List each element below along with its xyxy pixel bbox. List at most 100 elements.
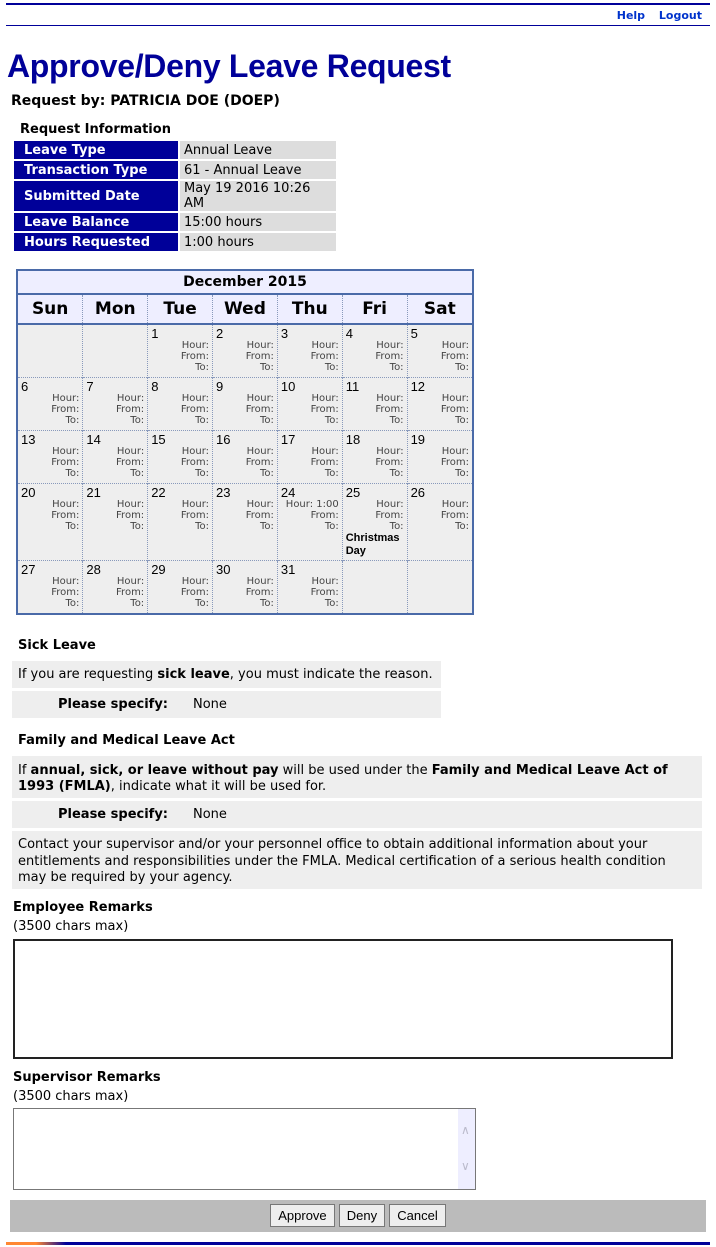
day-number: 6 — [21, 379, 29, 394]
scroll-down-icon[interactable]: ∨ — [461, 1159, 470, 1173]
help-link[interactable]: Help — [617, 9, 645, 22]
day-hour: Hour: — [246, 499, 274, 510]
calendar-day: 20 Hour: From: To: — [18, 483, 83, 561]
day-from: From: — [310, 351, 339, 362]
top-border — [6, 3, 710, 5]
day-to: To: — [455, 468, 469, 479]
calendar-day: 30 Hour: From: To: — [212, 560, 278, 613]
cancel-button[interactable]: Cancel — [389, 1204, 446, 1227]
day-hour: Hour: — [441, 499, 469, 510]
employee-remarks-title: Employee Remarks — [13, 900, 153, 915]
header-divider — [6, 25, 710, 26]
day-hour: Hour: — [52, 446, 80, 457]
day-hour: Hour: — [181, 576, 210, 587]
day-hour: Hour: — [116, 393, 145, 404]
calendar-day: 31 Hour: From: To: — [276, 560, 343, 613]
day-number: 18 — [345, 432, 361, 447]
day-hour: Hour: — [311, 576, 339, 587]
day-from: From: — [310, 510, 339, 521]
request-info-label: Leave Balance — [14, 213, 178, 231]
day-to: To: — [195, 598, 210, 609]
day-from: From: — [51, 404, 80, 415]
day-number: 20 — [21, 485, 36, 500]
action-bar: Approve Deny Cancel — [10, 1200, 706, 1232]
day-to: To: — [324, 415, 339, 426]
day-hour: Hour: — [376, 499, 404, 510]
deny-button[interactable]: Deny — [338, 1204, 386, 1227]
page-title: Approve/Deny Leave Request — [7, 48, 451, 84]
calendar-empty-cell — [82, 324, 148, 378]
day-number: 8 — [151, 379, 159, 394]
sick-leave-instruction: If you are requesting sick leave, you mu… — [12, 661, 441, 688]
supervisor-remarks-textarea[interactable] — [13, 1108, 476, 1190]
day-hour: Hour: — [311, 446, 339, 457]
day-hour: Hour: — [52, 576, 80, 587]
calendar-day: 27 Hour: From: To: — [18, 560, 83, 613]
fmla-specify-label: Please specify: — [58, 807, 169, 822]
fmla-title: Family and Medical Leave Act — [18, 733, 235, 748]
holiday-label: Christmas Day — [345, 532, 400, 557]
day-to: To: — [389, 521, 404, 532]
day-to: To: — [65, 598, 80, 609]
day-to: To: — [455, 362, 469, 373]
calendar-day: 2 Hour: From: To: — [212, 324, 278, 378]
calendar-day: 25 Hour: From: To: Christmas Day — [341, 483, 408, 561]
sick-specify-value: None — [193, 697, 227, 712]
day-from: From: — [180, 404, 210, 415]
day-to: To: — [455, 415, 469, 426]
day-hour: Hour: — [181, 499, 210, 510]
day-from: From: — [440, 510, 469, 521]
day-from: From: — [440, 351, 469, 362]
day-to: To: — [259, 521, 274, 532]
day-to: To: — [259, 468, 274, 479]
day-hour: Hour: — [376, 340, 404, 351]
day-hour: Hour: — [52, 499, 80, 510]
calendar-empty-cell — [18, 324, 83, 378]
day-number: 26 — [410, 485, 426, 500]
day-from: From: — [51, 457, 80, 468]
day-number: 2 — [216, 326, 224, 341]
scroll-up-icon[interactable]: ∧ — [461, 1123, 470, 1137]
day-from: From: — [310, 404, 339, 415]
day-to: To: — [324, 521, 339, 532]
day-to: To: — [130, 521, 145, 532]
day-to: To: — [130, 468, 145, 479]
day-number: 23 — [216, 485, 231, 500]
calendar-day: 11 Hour: From: To: — [341, 377, 408, 431]
fmla-notice: Contact your supervisor and/or your pers… — [12, 831, 702, 889]
day-hour: Hour: — [52, 393, 80, 404]
day-from: From: — [245, 587, 274, 598]
calendar-day: 28 Hour: From: To: — [82, 560, 148, 613]
request-info-row: Leave Balance 15:00 hours — [14, 213, 336, 231]
day-to: To: — [324, 362, 339, 373]
day-from: From: — [51, 587, 80, 598]
day-number: 1 — [151, 326, 159, 341]
day-from: From: — [245, 351, 274, 362]
day-hour: Hour: — [441, 446, 469, 457]
supervisor-remarks-limit: (3500 chars max) — [13, 1089, 129, 1104]
day-from: From: — [116, 587, 145, 598]
day-from: From: — [180, 351, 210, 362]
calendar-day: 9 Hour: From: To: — [212, 377, 278, 431]
logout-link[interactable]: Logout — [659, 9, 702, 22]
day-from: From: — [51, 510, 80, 521]
day-to: To: — [259, 362, 274, 373]
day-from: From: — [375, 510, 404, 521]
day-number: 24 — [280, 485, 296, 500]
request-info-row: Submitted Date May 19 2016 10:26 AM — [14, 181, 336, 211]
calendar-day: 14 Hour: From: To: — [82, 430, 148, 484]
day-to: To: — [389, 362, 404, 373]
request-info-row: Hours Requested 1:00 hours — [14, 233, 336, 251]
approve-button[interactable]: Approve — [270, 1204, 335, 1227]
day-from: From: — [375, 351, 404, 362]
calendar-day: 15 Hour: From: To: — [147, 430, 213, 484]
day-number: 25 — [345, 485, 361, 500]
calendar-title: December 2015 — [18, 271, 472, 295]
employee-remarks-textarea[interactable] — [13, 939, 673, 1059]
calendar-day: 13 Hour: From: To: — [18, 430, 83, 484]
day-number: 5 — [410, 326, 418, 341]
day-from: From: — [116, 457, 145, 468]
day-from: From: — [310, 587, 339, 598]
supervisor-remarks-scrollbar[interactable]: ∧ ∨ — [458, 1109, 475, 1189]
day-number: 14 — [86, 432, 101, 447]
